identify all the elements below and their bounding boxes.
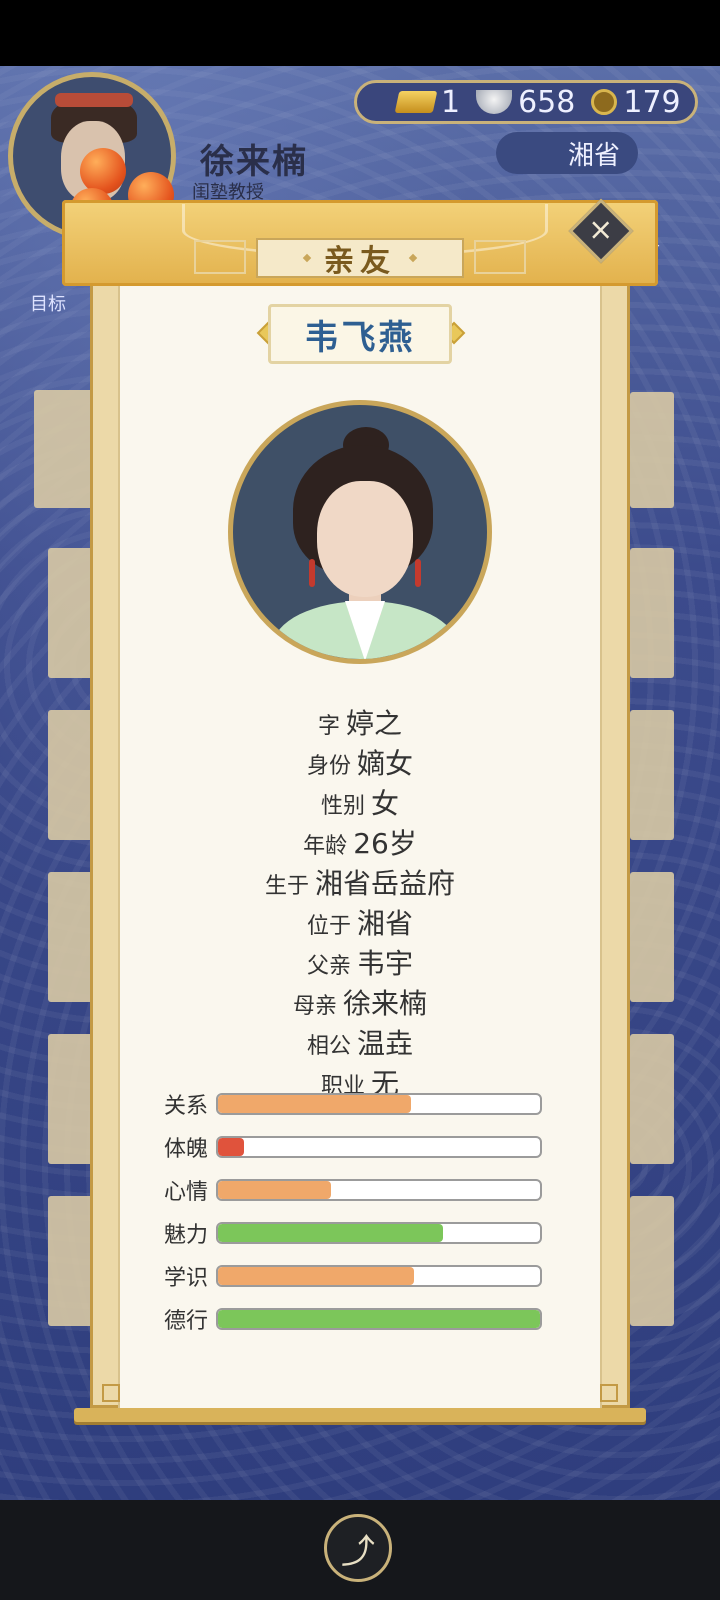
info-value: 嫡女 [357, 747, 414, 780]
share-button[interactable]: ⤴ [324, 1514, 392, 1582]
dialog-title: 亲友 [256, 238, 464, 279]
info-row-courtesy-name: 字婷之 [118, 702, 602, 742]
share-icon: ⤴ [341, 1531, 375, 1572]
info-key: 字 [317, 714, 340, 739]
info-value: 湘省 [357, 907, 414, 940]
stat-label: 魅力 [164, 1223, 209, 1248]
header-ornament [474, 240, 526, 274]
stat-bar [216, 1265, 542, 1287]
stat-label: 德行 [164, 1309, 209, 1334]
portrait-earring [415, 559, 421, 587]
stat-bar [216, 1222, 542, 1244]
goal-label[interactable]: 目标 [30, 290, 66, 316]
stat-bar [216, 1308, 542, 1330]
copper-count: 179 [623, 84, 681, 120]
stat-row-mood: 心情 [164, 1177, 542, 1205]
portrait-earring [309, 559, 315, 587]
corner-ornament [102, 1384, 120, 1402]
stat-fill [218, 1138, 244, 1156]
title-dot [302, 253, 312, 263]
info-key: 生于 [264, 874, 309, 899]
character-name: 韦飞燕 [268, 304, 452, 364]
info-key: 年龄 [303, 834, 348, 859]
info-value: 韦宇 [357, 947, 414, 980]
background-card [630, 548, 674, 678]
location-button[interactable]: 湘省 [496, 132, 638, 174]
stat-fill [218, 1224, 444, 1242]
portrait-face [317, 481, 413, 597]
stat-fill [218, 1267, 415, 1285]
background-card [630, 710, 674, 840]
background-card [630, 1034, 674, 1164]
stat-row-virtue: 德行 [164, 1306, 542, 1334]
stat-fill [218, 1181, 331, 1199]
stat-label: 体魄 [164, 1137, 209, 1162]
info-value: 女 [371, 787, 400, 820]
info-key: 位于 [306, 914, 351, 939]
location-label: 湘省 [567, 140, 620, 171]
stat-label: 心情 [164, 1180, 209, 1205]
currency-bar: 1 658 179 [354, 80, 698, 124]
stat-row-knowledge: 学识 [164, 1263, 542, 1291]
info-row-location: 位于 湘省 [118, 902, 602, 942]
info-row-status: 身份 嫡女 [118, 742, 602, 782]
info-row-father: 父亲 韦宇 [118, 942, 602, 982]
stat-row-relationship: 关系 [164, 1091, 542, 1119]
gold-count: 1 [441, 84, 461, 120]
stat-row-charm: 魅力 [164, 1220, 542, 1248]
info-row-age: 年龄 26岁 [118, 822, 602, 862]
fruit-icon [80, 148, 126, 194]
player-name: 徐来楠 [200, 142, 308, 182]
stat-bar [216, 1179, 542, 1201]
background-card [630, 1196, 674, 1326]
avatar-headdress [55, 93, 133, 107]
stat-fill [218, 1095, 412, 1113]
info-row-birthplace: 生于 湘省岳益府 [118, 862, 602, 902]
info-key: 身份 [306, 754, 351, 779]
background-card [630, 872, 674, 1002]
stat-bar [216, 1136, 542, 1158]
dialog-title-text: 亲友 [324, 244, 396, 279]
close-icon: × [588, 212, 614, 248]
info-key: 性别 [320, 794, 365, 819]
stat-label: 学识 [164, 1266, 209, 1291]
info-key: 父亲 [306, 954, 351, 979]
info-row-mother: 母亲 徐来楠 [118, 982, 602, 1022]
corner-ornament [600, 1384, 618, 1402]
title-dot [408, 253, 418, 263]
info-value: 徐来楠 [343, 987, 428, 1020]
info-value: 湘省岳益府 [315, 867, 456, 900]
info-value: 婷之 [346, 707, 403, 740]
character-name-text: 韦飞燕 [304, 317, 416, 358]
silver-count: 658 [518, 84, 576, 120]
copper-coin-icon [591, 89, 618, 115]
header-ornament [194, 240, 246, 274]
character-portrait [228, 400, 492, 664]
silver-ingot-icon [476, 90, 513, 114]
stat-label: 关系 [164, 1094, 209, 1119]
info-key: 相公 [306, 1034, 351, 1059]
stat-bar [216, 1093, 542, 1115]
scroll-bottom-rod [74, 1408, 646, 1422]
info-row-husband: 相公 温垚 [118, 1022, 602, 1062]
info-value: 温垚 [357, 1027, 414, 1060]
info-row-gender: 性别女 [118, 782, 602, 822]
info-value: 26岁 [353, 827, 417, 860]
gold-ingot-icon [394, 91, 438, 113]
stat-fill [218, 1310, 540, 1328]
info-key: 母亲 [292, 994, 337, 1019]
stat-row-physique: 体魄 [164, 1134, 542, 1162]
background-card [630, 392, 674, 508]
